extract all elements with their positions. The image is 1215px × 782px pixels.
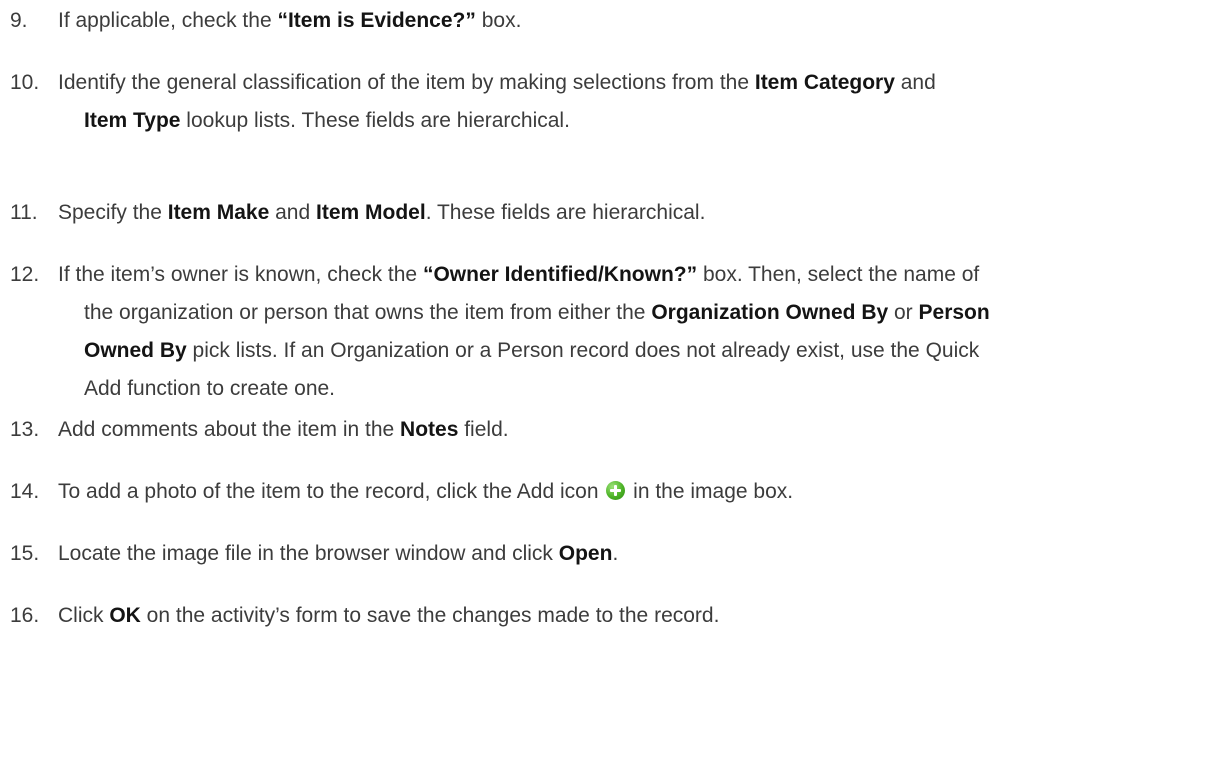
step-text-segment: the organization or person that owns the…: [84, 301, 652, 324]
step-number: 13.: [10, 418, 40, 441]
step-line: the organization or person that owns the…: [84, 294, 1215, 332]
step-text-segment: Specify the: [58, 201, 168, 224]
step-line: Click OK on the activity’s form to save …: [58, 597, 1215, 635]
ui-term-label: Organization Owned By: [651, 301, 889, 324]
step-text: To add a photo of the item to the record…: [58, 473, 1215, 511]
ui-term-label: Item Make: [167, 201, 270, 224]
ui-term-label: Person: [918, 301, 990, 324]
step-text: Specify the Item Make and Item Model. Th…: [58, 194, 1215, 232]
step-text: If applicable, check the “Item is Eviden…: [58, 2, 1215, 40]
step-text-segment: If applicable, check the: [58, 9, 278, 32]
step-text-segment: Locate the image file in the browser win…: [58, 542, 559, 565]
step-text-segment: Identify the general classification of t…: [58, 71, 755, 94]
step-number: 14.: [10, 480, 40, 503]
step-text-segment: box. Then, select the name of: [697, 263, 980, 286]
step-line: Locate the image file in the browser win…: [58, 535, 1215, 573]
step-text-segment: field.: [458, 418, 509, 441]
ui-term-label: Open: [558, 542, 613, 565]
step-text-segment: and: [269, 201, 316, 224]
step-line: Add function to create one.: [84, 370, 1215, 408]
step-text-segment: on the activity’s form to save the chang…: [140, 604, 720, 627]
step-text: Add comments about the item in the Notes…: [58, 411, 1215, 449]
step-line: Item Type lookup lists. These fields are…: [84, 102, 1215, 140]
step-number: 10.: [10, 71, 40, 94]
step-text-segment: Add function to create one.: [84, 377, 336, 400]
ui-term-label: “Owner Identified/Known?”: [422, 263, 698, 286]
ui-term-label: Notes: [400, 418, 459, 441]
step-text: Click OK on the activity’s form to save …: [58, 597, 1215, 635]
step-text: Locate the image file in the browser win…: [58, 535, 1215, 573]
step-text-segment: Add comments about the item in the: [58, 418, 401, 441]
step-text: Identify the general classification of t…: [58, 64, 1215, 140]
step-number: 9.: [10, 9, 28, 32]
step-text-segment: or: [888, 301, 919, 324]
step-line: Add comments about the item in the Notes…: [58, 411, 1215, 449]
ui-term-label: Owned By: [84, 339, 187, 362]
step-text-segment: lookup lists. These fields are hierarchi…: [180, 109, 570, 132]
step-text-segment: .: [612, 542, 619, 565]
step-number: 11.: [10, 201, 38, 224]
step-line: Identify the general classification of t…: [58, 64, 1215, 102]
step-line: If applicable, check the “Item is Eviden…: [58, 2, 1215, 40]
step-text-segment: box.: [475, 9, 522, 32]
step-text-segment: and: [894, 71, 936, 94]
step-number: 16.: [10, 604, 40, 627]
step-line: Owned By pick lists. If an Organization …: [84, 332, 1215, 370]
step-text-segment: If the item’s owner is known, check the: [58, 263, 423, 286]
step-text-segment: Click: [58, 604, 110, 627]
step-text-segment: . These fields are hierarchical.: [425, 201, 706, 224]
ui-term-label: Item Model: [316, 201, 426, 224]
step-text-segment: To add a photo of the item to the record…: [58, 480, 605, 503]
step-line: To add a photo of the item to the record…: [58, 473, 1215, 511]
ui-term-label: OK: [109, 604, 141, 627]
step-text-segment: in the image box.: [627, 480, 794, 503]
step-number: 15.: [10, 542, 40, 565]
add-icon: [606, 481, 626, 500]
step-number: 12.: [10, 263, 40, 286]
step-line: If the item’s owner is known, check the …: [58, 256, 1215, 294]
ui-term-label: Item Type: [84, 109, 181, 132]
step-text-segment: pick lists. If an Organization or a Pers…: [186, 339, 980, 362]
step-line: Specify the Item Make and Item Model. Th…: [58, 194, 1215, 232]
ui-term-label: Item Category: [754, 71, 895, 94]
step-text: If the item’s owner is known, check the …: [58, 256, 1215, 408]
ui-term-label: “Item is Evidence?”: [277, 9, 476, 32]
